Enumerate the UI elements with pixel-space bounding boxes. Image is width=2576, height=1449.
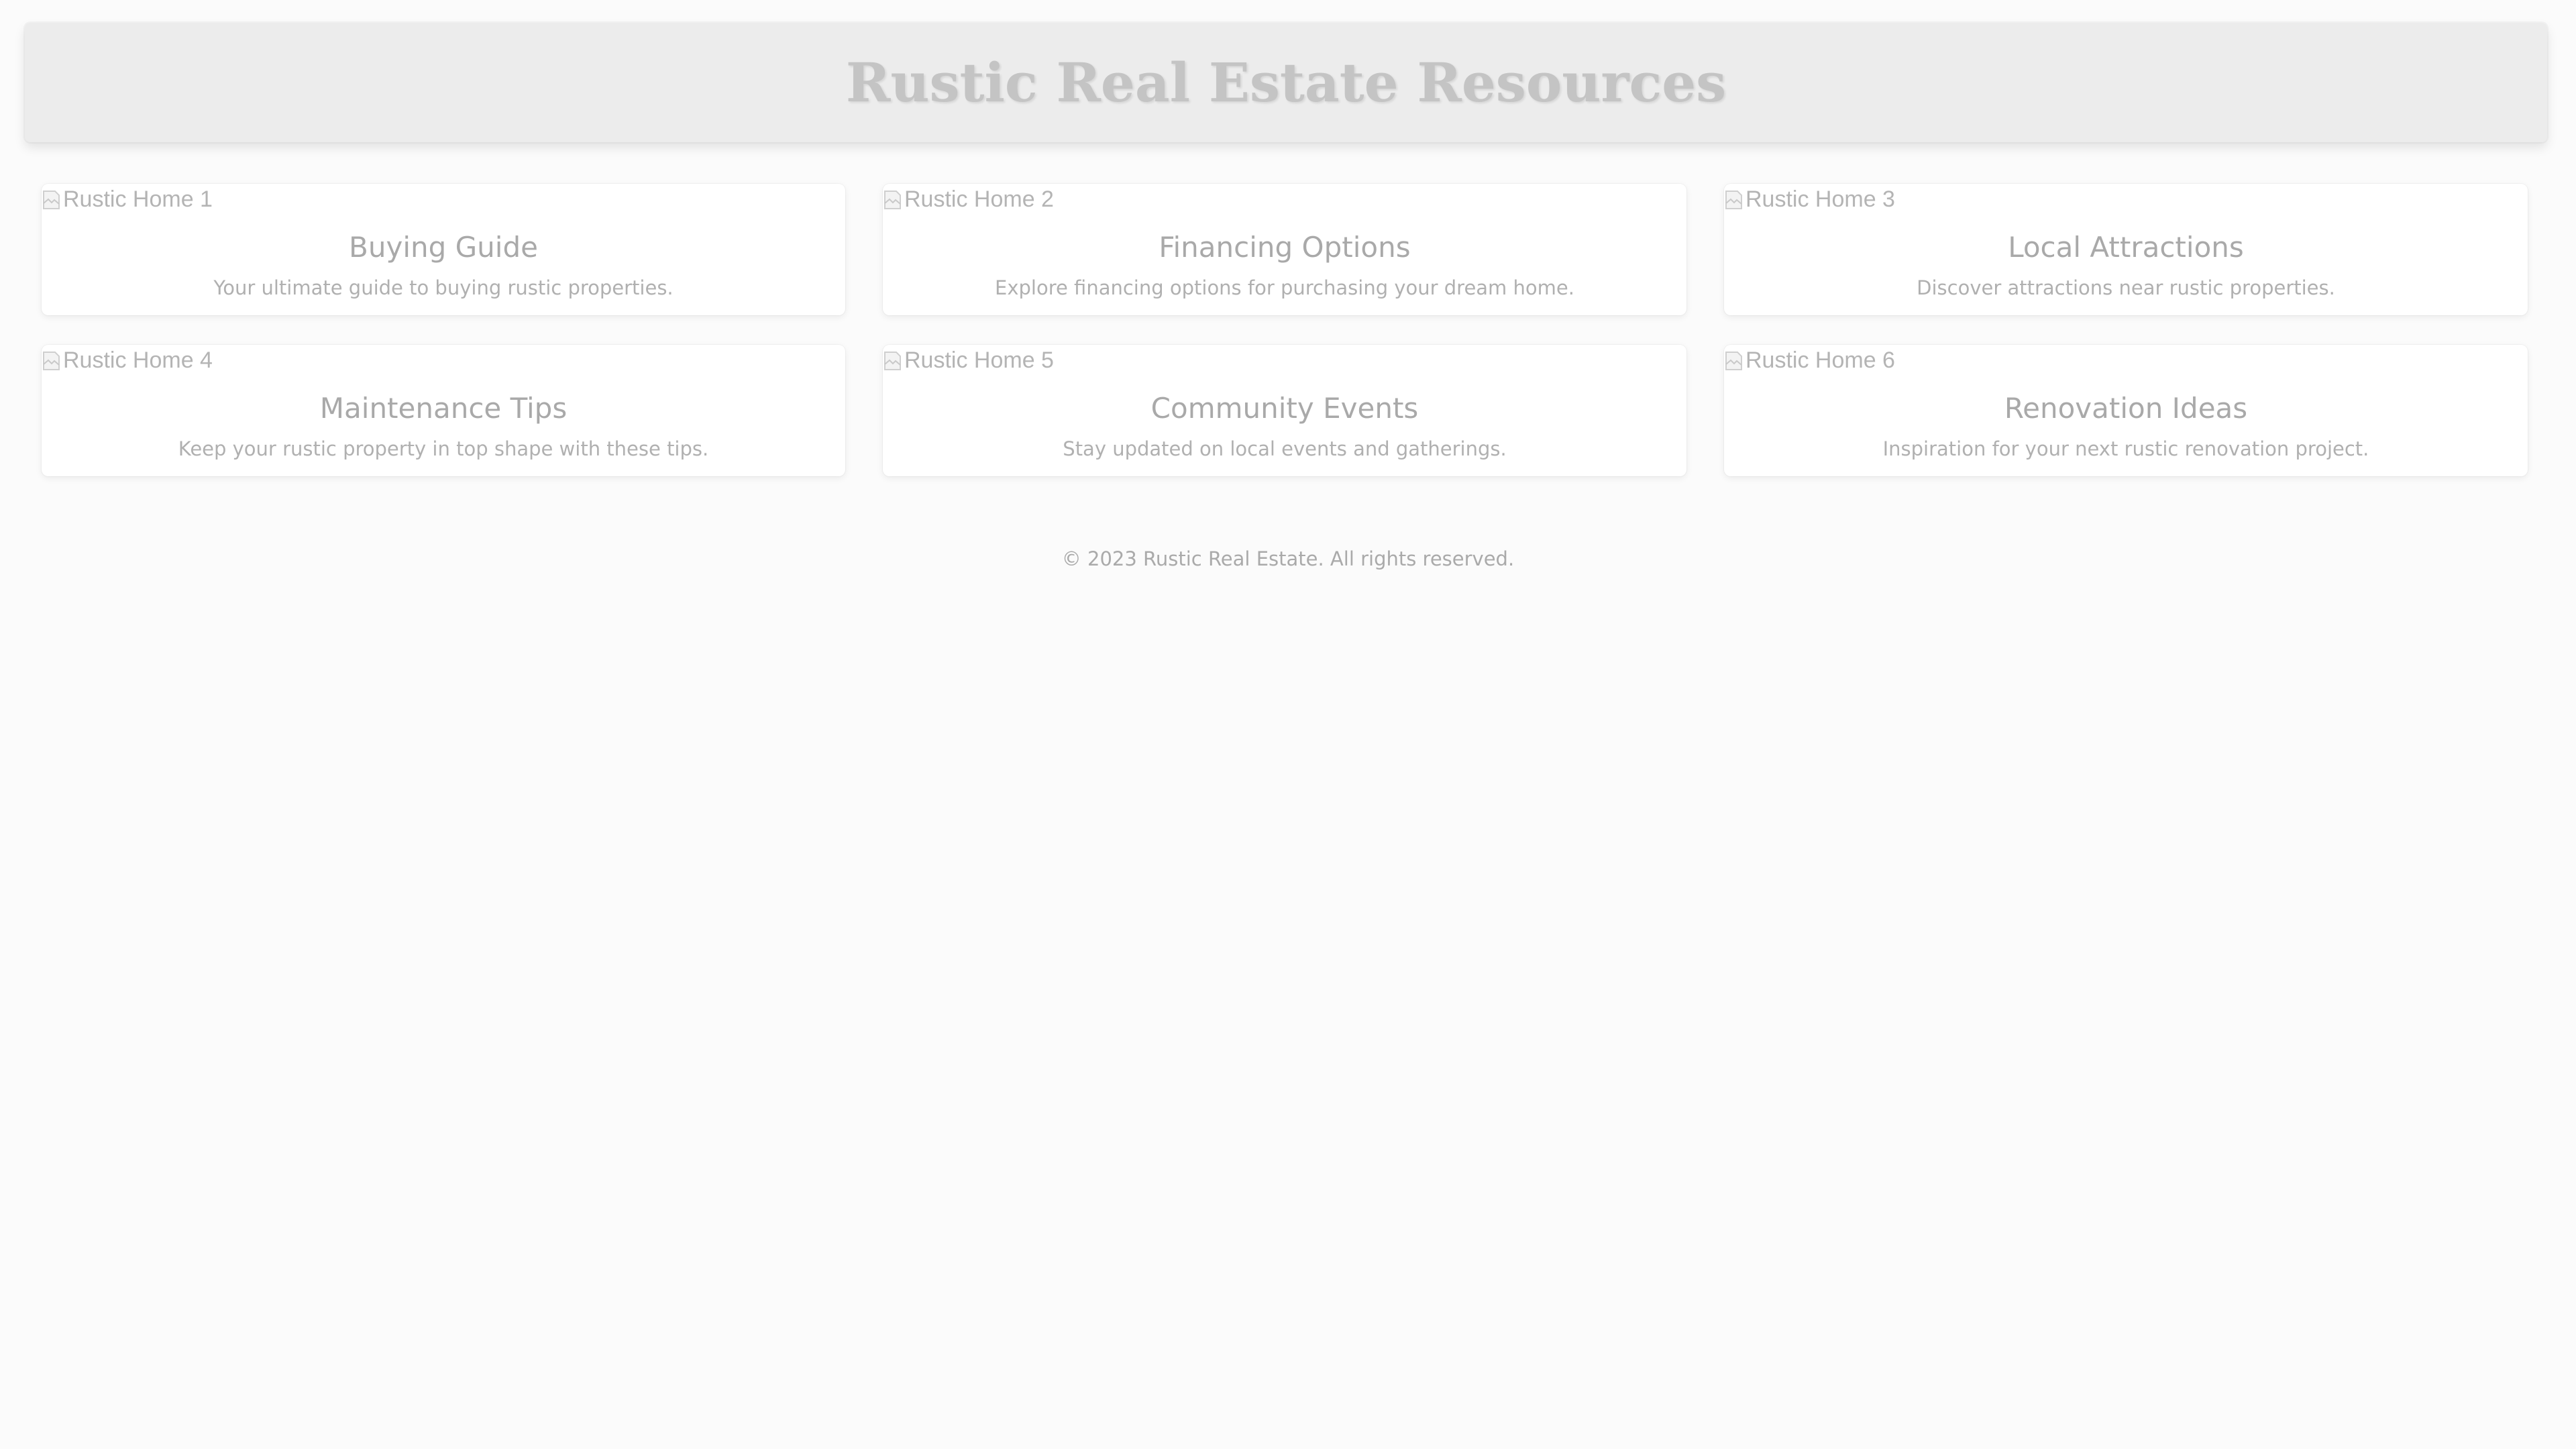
broken-image-icon (42, 350, 62, 372)
broken-image-icon (883, 350, 903, 372)
broken-image-icon (42, 189, 62, 211)
card-image: Rustic Home 4 (42, 347, 213, 374)
card-title: Buying Guide (349, 231, 538, 264)
card-image: Rustic Home 6 (1724, 347, 1895, 374)
header: Rustic Real Estate Resources (25, 23, 2547, 142)
card-title: Renovation Ideas (2004, 392, 2248, 425)
resource-card-local-attractions[interactable]: Rustic Home 3 Local Attractions Discover… (1724, 184, 2528, 315)
image-alt-text: Rustic Home 5 (904, 347, 1054, 373)
card-title: Maintenance Tips (319, 392, 568, 425)
resource-grid: Rustic Home 1 Buying Guide Your ultimate… (42, 184, 2530, 476)
resource-card-renovation-ideas[interactable]: Rustic Home 6 Renovation Ideas Inspirati… (1724, 345, 2528, 476)
card-title: Local Attractions (2008, 231, 2244, 264)
resource-card-community-events[interactable]: Rustic Home 5 Community Events Stay upda… (883, 345, 1686, 476)
broken-image-icon (1724, 189, 1744, 211)
card-title: Community Events (1150, 392, 1419, 425)
image-alt-text: Rustic Home 4 (63, 347, 213, 373)
page: Rustic Real Estate Resources Rustic Home… (0, 0, 2576, 1449)
image-alt-text: Rustic Home 1 (63, 186, 213, 212)
resource-card-buying-guide[interactable]: Rustic Home 1 Buying Guide Your ultimate… (42, 184, 845, 315)
broken-image-icon (1724, 350, 1744, 372)
image-alt-text: Rustic Home 3 (1746, 186, 1895, 212)
card-image: Rustic Home 5 (883, 347, 1054, 374)
card-description: Explore financing options for purchasing… (995, 276, 1574, 299)
card-description: Stay updated on local events and gatheri… (1063, 437, 1507, 460)
card-image: Rustic Home 2 (883, 186, 1054, 213)
card-description: Discover attractions near rustic propert… (1917, 276, 2335, 299)
card-description: Keep your rustic property in top shape w… (178, 437, 709, 460)
resource-card-maintenance-tips[interactable]: Rustic Home 4 Maintenance Tips Keep your… (42, 345, 845, 476)
page-title: Rustic Real Estate Resources (845, 51, 1727, 114)
image-alt-text: Rustic Home 6 (1746, 347, 1895, 373)
footer-copyright: © 2023 Rustic Real Estate. All rights re… (1061, 547, 1515, 570)
resource-card-financing-options[interactable]: Rustic Home 2 Financing Options Explore … (883, 184, 1686, 315)
card-image: Rustic Home 1 (42, 186, 213, 213)
card-image: Rustic Home 3 (1724, 186, 1895, 213)
broken-image-icon (883, 189, 903, 211)
image-alt-text: Rustic Home 2 (904, 186, 1054, 212)
card-description: Your ultimate guide to buying rustic pro… (213, 276, 674, 299)
card-description: Inspiration for your next rustic renovat… (1882, 437, 2369, 460)
card-title: Financing Options (1159, 231, 1411, 264)
